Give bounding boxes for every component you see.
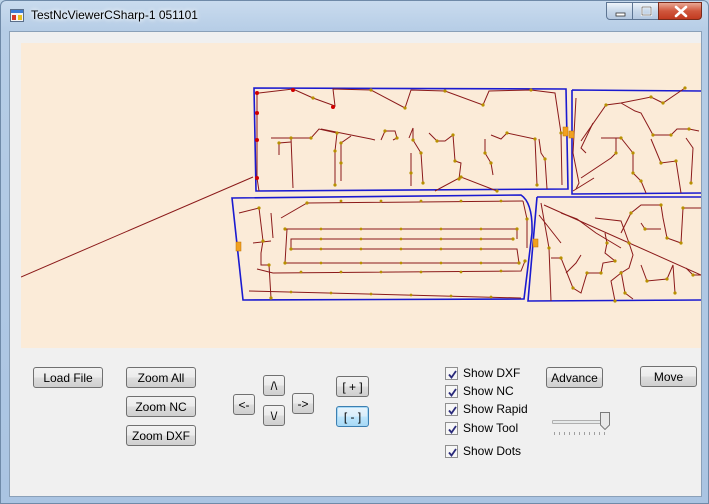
path-dots	[257, 86, 695, 303]
show-dxf-label: Show DXF	[463, 366, 521, 380]
slider-thumb-icon	[600, 412, 610, 431]
checkmark-icon	[448, 387, 457, 397]
show-dots-label: Show Dots	[463, 444, 522, 458]
slider-ticks	[554, 432, 608, 435]
move-button[interactable]: Move	[640, 366, 697, 387]
minimize-icon	[615, 12, 626, 17]
pan-right-button[interactable]: ->	[292, 393, 314, 414]
minimize-button[interactable]	[606, 2, 633, 20]
checkbox-box[interactable]	[445, 421, 458, 435]
checkbox-box[interactable]	[445, 402, 458, 416]
nc-viewer-canvas[interactable]	[21, 43, 701, 348]
close-icon	[674, 5, 688, 18]
show-tool-label: Show Tool	[463, 421, 519, 435]
speed-slider[interactable]	[552, 410, 614, 440]
advance-button[interactable]: Advance	[546, 367, 603, 388]
zoom-nc-button[interactable]: Zoom NC	[126, 396, 196, 417]
checkmark-icon	[448, 405, 457, 415]
close-button[interactable]	[658, 2, 702, 20]
checkbox-box[interactable]	[445, 384, 458, 398]
main-panel: Load File Zoom All Zoom NC Zoom DXF <- /…	[9, 31, 702, 497]
show-rapid-checkbox[interactable]: Show Rapid	[445, 401, 528, 417]
slider-thumb[interactable]	[600, 412, 610, 431]
pan-left-button[interactable]: <-	[233, 394, 255, 415]
show-rapid-label: Show Rapid	[463, 402, 528, 416]
toolpath-drawing	[21, 86, 701, 303]
nc-paths	[238, 87, 701, 302]
pan-up-button[interactable]: /\	[263, 375, 285, 396]
zoom-in-button[interactable]: [ + ]	[336, 376, 369, 397]
show-nc-checkbox[interactable]: Show NC	[445, 383, 514, 399]
app-window: TestNcViewerCSharp-1 051101 Load File Zo…	[0, 0, 709, 504]
dxf-outlines	[231, 87, 701, 302]
title-bar[interactable]: TestNcViewerCSharp-1 051101	[1, 1, 708, 31]
pan-down-button[interactable]: \/	[263, 405, 285, 426]
maximize-icon	[640, 5, 653, 17]
show-nc-label: Show NC	[463, 384, 514, 398]
checkmark-icon	[448, 369, 457, 379]
app-window-icon	[10, 9, 24, 22]
zoom-dxf-button[interactable]: Zoom DXF	[126, 425, 196, 446]
zoom-out-button[interactable]: [ - ]	[336, 406, 369, 427]
checkbox-box[interactable]	[445, 366, 458, 380]
load-file-button[interactable]: Load File	[33, 367, 103, 388]
checkmark-icon	[448, 424, 457, 434]
window-title: TestNcViewerCSharp-1 051101	[31, 8, 198, 22]
show-dots-checkbox[interactable]: Show Dots	[445, 443, 521, 459]
show-tool-checkbox[interactable]: Show Tool	[445, 420, 518, 436]
maximize-button[interactable]	[632, 2, 659, 20]
show-dxf-checkbox[interactable]: Show DXF	[445, 365, 520, 381]
checkmark-icon	[448, 447, 457, 457]
zoom-all-button[interactable]: Zoom All	[126, 367, 196, 388]
checkbox-box[interactable]	[445, 444, 458, 458]
